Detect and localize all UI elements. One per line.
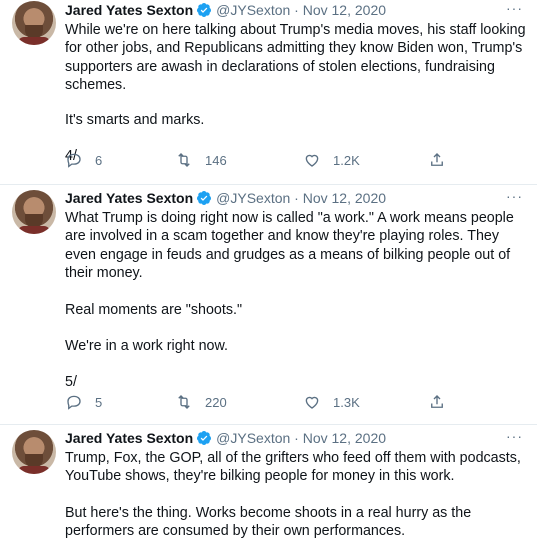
handle-and-date[interactable]: @JYSexton · Nov 12, 2020 xyxy=(216,430,386,446)
tweet-header: Jared Yates Sexton @JYSexton · Nov 12, 2… xyxy=(65,0,386,20)
tweet-paragraph: Trump, Fox, the GOP, all of the grifters… xyxy=(65,450,525,485)
avatar[interactable] xyxy=(12,430,56,474)
tweet-paragraph: What Trump is doing right now is called … xyxy=(65,210,518,282)
verified-badge-icon xyxy=(197,431,212,445)
reply-button[interactable]: 6 xyxy=(65,151,102,169)
reply-count: 5 xyxy=(95,394,103,410)
avatar[interactable] xyxy=(12,1,56,45)
tweet[interactable]: Jared Yates Sexton @JYSexton · Nov 12, 2… xyxy=(0,424,537,544)
retweet-button[interactable]: 220 xyxy=(175,393,227,411)
retweet-icon xyxy=(178,395,190,409)
like-count: 1.3K xyxy=(333,394,360,410)
reply-count: 6 xyxy=(95,152,103,168)
verified-badge-icon xyxy=(197,3,212,17)
tweet-paragraph: We're in a work right now. xyxy=(65,338,228,355)
share-button[interactable] xyxy=(428,151,446,169)
retweet-button[interactable]: 146 xyxy=(175,151,227,169)
like-button[interactable]: 1.2K xyxy=(303,151,360,169)
tweet-text: What Trump is doing right now is called … xyxy=(65,209,527,392)
more-options-icon[interactable]: ··· xyxy=(506,0,523,16)
tweet-actions: 6 146 1.2K xyxy=(65,151,465,171)
tweet-paragraph: While we're on here talking about Trump'… xyxy=(65,22,530,94)
reply-button[interactable]: 5 xyxy=(65,393,102,411)
author-name[interactable]: Jared Yates Sexton xyxy=(65,430,193,446)
heart-icon xyxy=(305,396,319,409)
share-icon xyxy=(431,395,443,408)
author-name[interactable]: Jared Yates Sexton xyxy=(65,2,193,18)
tweet-text: Trump, Fox, the GOP, all of the grifters… xyxy=(65,449,527,541)
reply-icon xyxy=(67,153,81,168)
tweet[interactable]: Jared Yates Sexton @JYSexton · Nov 12, 2… xyxy=(0,0,537,185)
share-button[interactable] xyxy=(428,393,446,411)
more-options-icon[interactable]: ··· xyxy=(506,428,523,444)
handle-and-date[interactable]: @JYSexton · Nov 12, 2020 xyxy=(216,190,386,206)
reply-icon xyxy=(67,395,81,410)
tweet-thread: Jared Yates Sexton @JYSexton · Nov 12, 2… xyxy=(0,0,546,544)
tweet-paragraph: Real moments are "shoots." xyxy=(65,301,243,318)
share-icon xyxy=(431,153,443,166)
retweet-count: 146 xyxy=(205,152,227,168)
like-button[interactable]: 1.3K xyxy=(303,393,360,411)
author-name[interactable]: Jared Yates Sexton xyxy=(65,190,193,206)
tweet-paragraph: 5/ xyxy=(65,374,77,391)
retweet-count: 220 xyxy=(205,394,227,410)
tweet-header: Jared Yates Sexton @JYSexton · Nov 12, 2… xyxy=(65,188,386,208)
tweet-paragraph: It's smarts and marks. xyxy=(65,111,205,128)
tweet-actions: 5 220 1.3K xyxy=(65,393,465,413)
verified-badge-icon xyxy=(197,191,212,205)
heart-icon xyxy=(305,154,319,167)
tweet-header: Jared Yates Sexton @JYSexton · Nov 12, 2… xyxy=(65,428,386,448)
retweet-icon xyxy=(178,153,190,167)
handle-and-date[interactable]: @JYSexton · Nov 12, 2020 xyxy=(216,2,386,18)
more-options-icon[interactable]: ··· xyxy=(506,188,523,204)
avatar[interactable] xyxy=(12,190,56,234)
tweet[interactable]: Jared Yates Sexton @JYSexton · Nov 12, 2… xyxy=(0,184,537,425)
tweet-text: While we're on here talking about Trump'… xyxy=(65,21,527,165)
tweet-paragraph: But here's the thing. Works become shoot… xyxy=(65,504,476,540)
like-count: 1.2K xyxy=(333,152,360,168)
